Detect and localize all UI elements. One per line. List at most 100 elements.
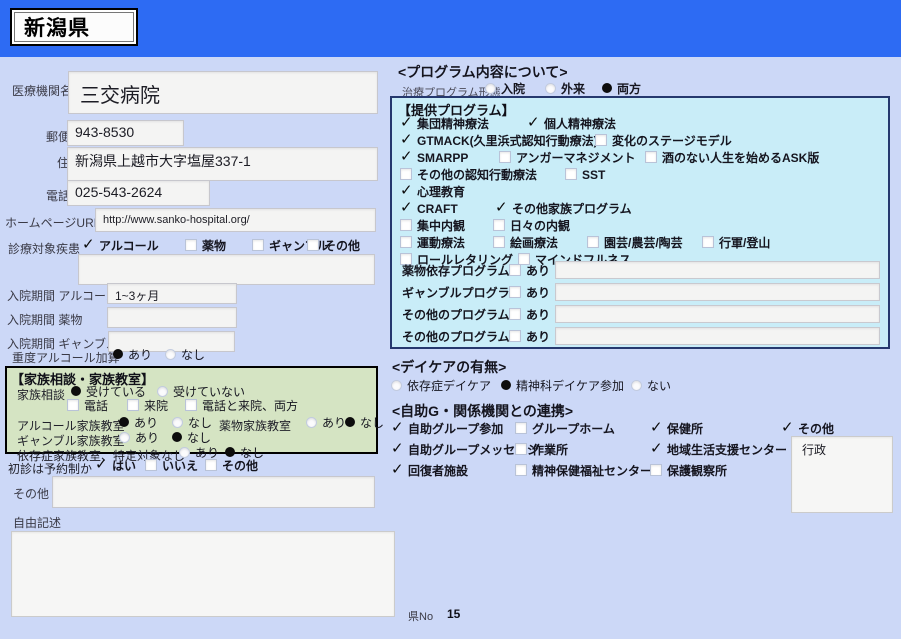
family-gambling-nashi[interactable]: なし xyxy=(172,431,211,445)
cooperation-item[interactable]: 自助グループ参加 xyxy=(391,421,503,436)
family-nonspecific-nashi[interactable]: なし xyxy=(225,446,264,460)
cooperation-other-textarea[interactable]: 行政 xyxy=(791,436,893,513)
radio[interactable] xyxy=(225,447,235,457)
program-item[interactable]: 変化のステージモデル xyxy=(595,134,732,148)
checkbox[interactable] xyxy=(400,116,413,130)
radio[interactable] xyxy=(113,349,123,359)
extra-row-input[interactable] xyxy=(555,283,880,301)
daycare-option-addiction[interactable]: 依存症デイケア xyxy=(391,379,491,393)
family-consult-no[interactable]: 受けていない xyxy=(157,385,245,399)
program-item[interactable]: 日々の内観 xyxy=(493,219,570,233)
checkbox[interactable] xyxy=(702,236,714,248)
checkbox[interactable] xyxy=(400,236,412,248)
radio[interactable] xyxy=(485,83,496,94)
program-item[interactable]: 心理教育 xyxy=(400,184,465,199)
first-visit-no[interactable]: いいえ xyxy=(145,459,198,473)
program-item[interactable]: その他家族プログラム xyxy=(495,201,632,216)
program-item[interactable]: アンガーマネジメント xyxy=(499,151,636,165)
radio[interactable] xyxy=(602,83,612,93)
cooperation-item[interactable]: グループホーム xyxy=(515,422,615,436)
stay-drug-input[interactable] xyxy=(107,307,237,328)
family-drug-nashi[interactable]: なし xyxy=(345,416,384,430)
extra-row-input[interactable] xyxy=(555,327,880,345)
disease-item-alcohol[interactable]: アルコール xyxy=(82,238,159,253)
extra-row-input[interactable] xyxy=(555,305,880,323)
family-consult-yes[interactable]: 受けている xyxy=(71,385,146,399)
treatment-form-both[interactable]: 両方 xyxy=(602,82,641,96)
radio[interactable] xyxy=(165,349,176,360)
stay-alcohol-input[interactable]: 1~3ヶ月 xyxy=(107,283,237,304)
cooperation-item[interactable]: その他 xyxy=(781,421,834,436)
checkbox[interactable] xyxy=(495,201,508,215)
severe-addition-option-ari[interactable]: あり xyxy=(113,348,152,362)
cooperation-item[interactable]: 精神保健福祉センター xyxy=(515,464,652,478)
program-item[interactable]: 酒のない人生を始めるASK版 xyxy=(645,151,819,165)
checkbox[interactable] xyxy=(587,236,599,248)
disease-item-drug[interactable]: 薬物 xyxy=(185,239,226,253)
other-field-input[interactable] xyxy=(52,476,375,508)
checkbox[interactable] xyxy=(400,219,412,231)
radio[interactable] xyxy=(391,380,402,391)
radio[interactable] xyxy=(306,417,317,428)
cooperation-item[interactable]: 地域生活支援センター xyxy=(650,442,787,457)
disease-note-input[interactable] xyxy=(78,254,375,285)
checkbox[interactable] xyxy=(82,238,95,252)
free-text-area[interactable] xyxy=(11,531,395,617)
program-item[interactable]: 集中内観 xyxy=(400,219,465,233)
checkbox[interactable] xyxy=(509,330,521,342)
address-input[interactable]: 新潟県上越市大字塩屋337-1 xyxy=(67,147,378,181)
checkbox[interactable] xyxy=(145,459,157,471)
checkbox[interactable] xyxy=(645,151,657,163)
family-alcohol-ari[interactable]: あり xyxy=(119,416,158,430)
treatment-form-outpatient[interactable]: 外来 xyxy=(545,82,585,96)
checkbox[interactable] xyxy=(509,264,521,276)
checkbox[interactable] xyxy=(185,239,197,251)
radio[interactable] xyxy=(119,417,129,427)
checkbox[interactable] xyxy=(67,399,79,411)
checkbox[interactable] xyxy=(595,134,607,146)
checkbox[interactable] xyxy=(185,399,197,411)
radio[interactable] xyxy=(119,432,130,443)
checkbox[interactable] xyxy=(515,422,527,434)
family-method-both[interactable]: 電話と来院、両方 xyxy=(185,399,298,413)
program-item[interactable]: SST xyxy=(565,168,605,182)
postal-code-input[interactable]: 943-8530 xyxy=(67,120,184,146)
program-item[interactable]: 運動療法 xyxy=(400,236,465,250)
checkbox[interactable] xyxy=(493,236,505,248)
extra-row-input[interactable] xyxy=(555,261,880,279)
checkbox[interactable] xyxy=(493,219,505,231)
radio[interactable] xyxy=(71,386,81,396)
checkbox[interactable] xyxy=(499,151,511,163)
checkbox[interactable] xyxy=(307,239,319,251)
family-method-phone[interactable]: 電話 xyxy=(67,399,108,413)
checkbox[interactable] xyxy=(391,463,404,477)
checkbox[interactable] xyxy=(650,421,663,435)
program-item[interactable]: 絵画療法 xyxy=(493,236,558,250)
radio[interactable] xyxy=(631,380,642,391)
radio[interactable] xyxy=(345,417,355,427)
checkbox[interactable] xyxy=(650,442,663,456)
checkbox[interactable] xyxy=(391,442,404,456)
checkbox[interactable] xyxy=(509,308,521,320)
family-alcohol-nashi[interactable]: なし xyxy=(172,416,212,430)
family-drug-ari[interactable]: あり xyxy=(306,416,346,430)
checkbox[interactable] xyxy=(515,443,527,455)
phone-input[interactable]: 025-543-2624 xyxy=(67,180,210,206)
family-gambling-ari[interactable]: あり xyxy=(119,431,159,445)
severe-addition-option-nashi[interactable]: なし xyxy=(165,348,205,362)
program-item[interactable]: 個人精神療法 xyxy=(527,116,616,131)
checkbox[interactable] xyxy=(509,286,521,298)
checkbox[interactable] xyxy=(400,184,413,198)
program-item[interactable]: 行軍/登山 xyxy=(702,236,770,250)
cooperation-item[interactable]: 回復者施設 xyxy=(391,463,468,478)
family-method-visit[interactable]: 来院 xyxy=(127,399,168,413)
daycare-option-psychiatric[interactable]: 精神科デイケア参加 xyxy=(501,379,624,393)
cooperation-item[interactable]: 作業所 xyxy=(515,443,568,457)
program-item[interactable]: 園芸/農芸/陶芸 xyxy=(587,236,683,250)
checkbox[interactable] xyxy=(252,239,264,251)
homepage-url-input[interactable]: http://www.sanko-hospital.org/ xyxy=(95,208,376,232)
checkbox[interactable] xyxy=(400,150,413,164)
checkbox[interactable] xyxy=(400,201,413,215)
radio[interactable] xyxy=(545,83,556,94)
checkbox[interactable] xyxy=(515,464,527,476)
